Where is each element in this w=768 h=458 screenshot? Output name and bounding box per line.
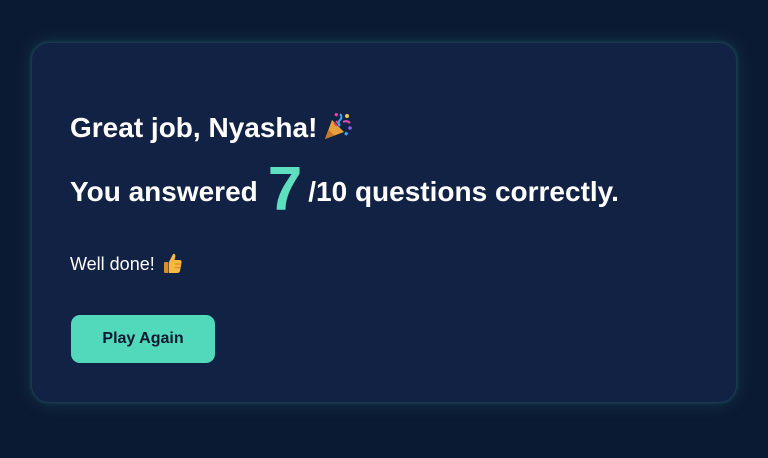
- party-popper-icon: [325, 112, 353, 139]
- greeting-heading: Great job, Nyasha!: [70, 110, 353, 146]
- thumbs-up-icon: [163, 253, 182, 273]
- score-suffix: /10 questions correctly.: [308, 176, 619, 207]
- greeting-text: Great job, Nyasha!: [70, 112, 318, 143]
- score-value: 7: [267, 155, 303, 224]
- score-prefix: You answered: [70, 176, 258, 207]
- score-statement: You answered 7 /10 questions correctly.: [70, 159, 619, 221]
- feedback-text: Well done!: [70, 254, 155, 274]
- play-again-button[interactable]: Play Again: [71, 315, 215, 363]
- feedback-message: Well done!: [70, 252, 183, 276]
